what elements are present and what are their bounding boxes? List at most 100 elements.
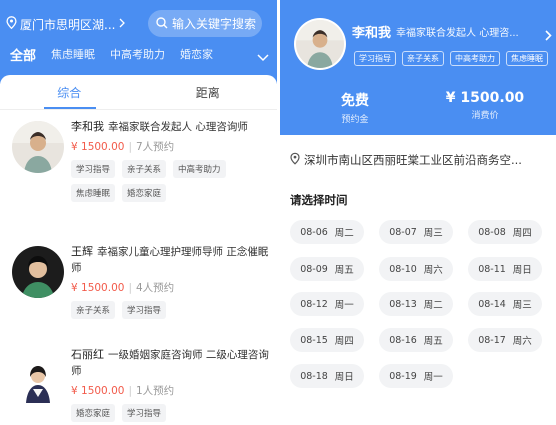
time-slot-chip[interactable]: 08-14 周三	[468, 292, 542, 316]
time-slot-chip[interactable]: 08-12 周一	[290, 292, 364, 316]
tag: 焦虑睡眠	[506, 51, 548, 66]
counselor-info: 石丽红 一级婚姻家庭咨询师 二级心理咨询师 ¥ 1500.00 | 1人预约 婚恋…	[71, 347, 271, 425]
sort-tab-distance[interactable]: 距离	[139, 84, 278, 101]
time-slot-weekday: 周四	[334, 336, 354, 347]
time-slot-date: 08-07	[389, 226, 417, 238]
time-slot-weekday: 周五	[334, 265, 354, 276]
deposit-value: 免费	[341, 93, 369, 109]
time-slot-weekday: 周四	[512, 228, 532, 239]
category-tab-marriage-family[interactable]: 婚恋家	[180, 46, 213, 62]
booking-count: 1人预约	[136, 385, 175, 397]
counselor-title: 幸福家儿童心理护理师导师 正念催眠师	[71, 246, 269, 274]
counselor-name-line: 王辉 幸福家儿童心理护理师导师 正念催眠师	[71, 244, 271, 276]
time-section-title: 请选择时间	[290, 193, 348, 207]
counselor-name-line: 李和我 幸福家联合发起人 心理咨询师	[71, 119, 271, 135]
tag: 学习指导	[122, 301, 167, 319]
counselor-detail-screen: 李和我 幸福家联合发起人 心理咨... 学习指导 亲子关系 中高考助力 焦虑睡眠…	[280, 0, 556, 425]
chevron-right-icon[interactable]	[545, 26, 552, 45]
time-slot-date: 08-06	[300, 226, 328, 238]
tag-list: 学习指导 亲子关系 中高考助力 焦虑睡眠 婚恋家庭	[71, 160, 271, 208]
booking-count: 4人预约	[136, 282, 175, 294]
time-slot-weekday: 周一	[423, 372, 443, 383]
avatar	[12, 246, 64, 298]
category-tab-all[interactable]: 全部	[10, 45, 36, 64]
time-slot-date: 08-16	[389, 334, 417, 346]
time-slot-chip[interactable]: 08-09 周五	[290, 257, 364, 281]
booking-count: 7人预约	[136, 141, 175, 153]
divider	[0, 109, 277, 110]
separator: |	[128, 384, 132, 397]
active-tab-indicator	[44, 107, 96, 109]
counselor-name: 石丽红	[71, 348, 104, 361]
deposit-stat: 免费 预约金	[320, 90, 390, 125]
counselor-info: 李和我 幸福家联合发起人 心理咨询师 ¥ 1500.00 | 7人预约 学习指导 …	[71, 119, 271, 208]
avatar	[12, 351, 64, 403]
time-slot-chip[interactable]: 08-11 周日	[468, 257, 542, 281]
tag: 亲子关系	[71, 301, 116, 319]
time-slot-chip[interactable]: 08-08 周四	[468, 220, 542, 244]
time-slot-weekday: 周三	[423, 228, 443, 239]
time-slot-date: 08-13	[389, 298, 417, 310]
location-selector[interactable]: 厦门市思明区湖...	[6, 12, 126, 36]
category-tab-exam-support[interactable]: 中高考助力	[110, 46, 165, 62]
tag-list: 亲子关系 学习指导	[71, 301, 271, 325]
tag: 焦虑睡眠	[71, 184, 116, 202]
counselor-price: ¥ 1500.00	[71, 281, 125, 294]
address-row[interactable]: 深圳市南山区西丽旺棠工业区前沿商务空...	[290, 152, 550, 168]
price-row: ¥ 1500.00 | 4人预约	[71, 280, 271, 295]
list-sheet: 综合 距离 李和我 幸福家联合发起人 心理咨询师 ¥ 1500.00 | 7人预…	[0, 75, 277, 425]
time-slot-date: 08-14	[478, 298, 506, 310]
sort-tabs: 综合 距离	[0, 75, 277, 109]
time-slot-weekday: 周二	[334, 228, 354, 239]
time-slot-weekday: 周三	[512, 300, 532, 311]
detail-name: 李和我	[352, 26, 392, 41]
time-slot-chip[interactable]: 08-06 周二	[290, 220, 364, 244]
price-stat: ¥ 1500.00 消费价	[430, 90, 540, 121]
time-slot-date: 08-19	[389, 370, 417, 382]
time-slot-date: 08-17	[478, 334, 506, 346]
time-slot-chip[interactable]: 08-16 周五	[379, 328, 453, 352]
search-icon	[156, 14, 168, 33]
price-value: ¥ 1500.00	[445, 90, 525, 106]
tag: 亲子关系	[402, 51, 444, 66]
price-row: ¥ 1500.00 | 1人预约	[71, 383, 271, 398]
counselor-name: 王辉	[71, 245, 93, 258]
tag: 中高考助力	[173, 160, 226, 178]
search-box[interactable]	[148, 10, 262, 37]
chevron-right-icon	[119, 17, 126, 31]
tag: 婚恋家庭	[122, 184, 167, 202]
address-text: 深圳市南山区西丽旺棠工业区前沿商务空...	[304, 153, 522, 167]
tag: 中高考助力	[450, 51, 500, 66]
time-slot-chip[interactable]: 08-18 周日	[290, 364, 364, 388]
time-slot-chip[interactable]: 08-15 周四	[290, 328, 364, 352]
chevron-down-icon[interactable]	[257, 47, 269, 66]
time-slot-chip[interactable]: 08-10 周六	[379, 257, 453, 281]
time-slot-date: 08-09	[300, 263, 328, 275]
time-slot-weekday: 周六	[512, 336, 532, 347]
counselor-title: 幸福家联合发起人 心理咨询师	[108, 121, 248, 133]
price-row: ¥ 1500.00 | 7人预约	[71, 139, 271, 154]
counselor-price: ¥ 1500.00	[71, 384, 125, 397]
avatar	[12, 121, 64, 173]
price-label: 消费价	[471, 111, 499, 121]
category-tabs: 全部 焦虑睡眠 中高考助力 婚恋家	[10, 44, 272, 64]
time-slot-chip[interactable]: 08-19 周一	[379, 364, 453, 388]
time-slot-chip[interactable]: 08-17 周六	[468, 328, 542, 352]
counselor-name-line: 石丽红 一级婚姻家庭咨询师 二级心理咨询师	[71, 347, 271, 379]
time-slot-date: 08-15	[300, 334, 328, 346]
search-input[interactable]	[172, 16, 256, 31]
detail-tag-list: 学习指导 亲子关系 中高考助力 焦虑睡眠	[354, 51, 554, 66]
counselor-list-screen: 厦门市思明区湖... 全部 焦虑睡眠 中高考助力 婚恋家 综合 距离	[0, 0, 277, 425]
sort-tab-comprehensive[interactable]: 综合	[0, 84, 139, 101]
time-slot-chip[interactable]: 08-13 周二	[379, 292, 453, 316]
tag-list: 婚恋家庭 学习指导	[71, 404, 271, 425]
list-header: 厦门市思明区湖... 全部 焦虑睡眠 中高考助力 婚恋家	[0, 0, 277, 84]
detail-name-row[interactable]: 李和我 幸福家联合发起人 心理咨...	[352, 22, 552, 41]
time-slot-date: 08-18	[300, 370, 328, 382]
avatar	[294, 18, 346, 70]
deposit-label: 预约金	[341, 115, 369, 125]
time-slot-date: 08-12	[300, 298, 328, 310]
time-slot-chip[interactable]: 08-07 周三	[379, 220, 453, 244]
category-tab-anxiety-sleep[interactable]: 焦虑睡眠	[51, 46, 95, 62]
tag: 学习指导	[122, 404, 167, 422]
